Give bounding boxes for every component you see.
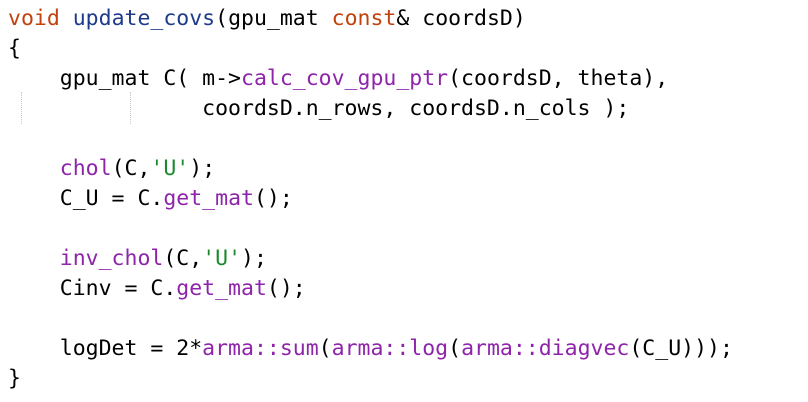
code-token: (C, xyxy=(163,246,203,271)
code-token: chol xyxy=(59,156,112,181)
code-token: ); xyxy=(241,246,267,271)
code-line: logDet = 2*arma::sum(arma::log(arma::dia… xyxy=(8,334,733,364)
code-line: { xyxy=(8,34,21,64)
code-token: calc_cov_gpu_ptr xyxy=(241,66,449,91)
code-token: (C_U))); xyxy=(629,336,733,361)
code-line: coordsD.n_rows, coordsD.n_cols ); xyxy=(8,94,629,124)
code-line: } xyxy=(8,364,21,394)
code-token: inv_chol xyxy=(59,246,164,271)
code-token: (); xyxy=(266,276,306,301)
code-token: ); xyxy=(189,156,216,181)
code-token: arma::diagvec xyxy=(461,336,630,361)
code-token: ( xyxy=(448,336,462,361)
code-token: (); xyxy=(253,186,293,211)
code-line: chol(C,'U'); xyxy=(8,154,215,184)
code-token: arma::sum xyxy=(202,336,319,361)
code-token: 'U' xyxy=(150,156,190,181)
code-token: void xyxy=(8,6,60,31)
code-token: Cinv = C. xyxy=(8,276,177,301)
code-token: & coordsD) xyxy=(396,6,526,31)
code-token: logDet = 2* xyxy=(8,336,203,361)
code-token: get_mat xyxy=(176,276,267,301)
code-token: gpu_mat C( m-> xyxy=(8,66,241,91)
code-token: { xyxy=(8,36,21,61)
code-token: 'U' xyxy=(202,246,242,271)
code-line: C_U = C.get_mat(); xyxy=(8,184,293,214)
code-token: ( xyxy=(318,336,332,361)
code-token: (coordsD, theta), xyxy=(448,66,669,91)
code-token: const xyxy=(331,6,397,31)
code-line: inv_chol(C,'U'); xyxy=(8,244,267,274)
code-token: C_U = C. xyxy=(8,186,164,211)
code-line: void update_covs(gpu_mat const& coordsD) xyxy=(8,4,526,34)
code-line: gpu_mat C( m->calc_cov_gpu_ptr(coordsD, … xyxy=(8,64,668,94)
code-editor[interactable]: void update_covs(gpu_mat const& coordsD)… xyxy=(0,0,808,402)
code-line: Cinv = C.get_mat(); xyxy=(8,274,306,304)
code-token: update_covs xyxy=(72,6,216,31)
code-token: (gpu_mat xyxy=(215,6,332,31)
code-token: get_mat xyxy=(163,186,254,211)
code-token: coordsD.n_rows, coordsD.n_cols ); xyxy=(8,96,630,121)
code-token: arma::log xyxy=(331,336,449,361)
code-token: (C, xyxy=(111,156,151,181)
code-token: } xyxy=(8,366,21,391)
